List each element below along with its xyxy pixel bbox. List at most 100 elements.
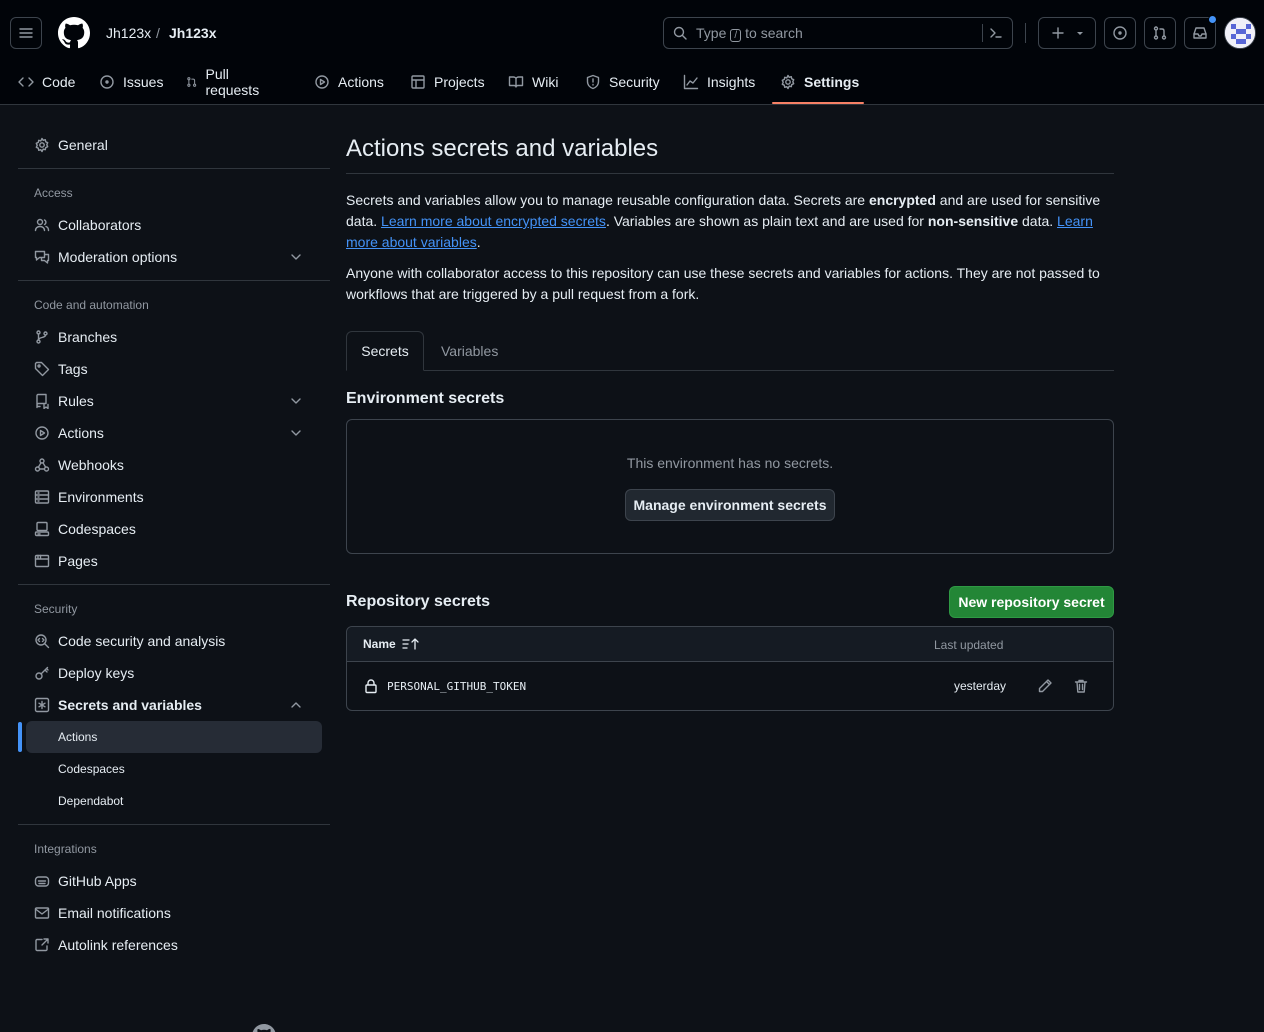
sidebar-item-label: GitHub Apps (58, 873, 137, 889)
tab-pull-requests[interactable]: Pull requests (186, 64, 264, 100)
book-icon (508, 76, 524, 88)
sidebar-item-label: Webhooks (58, 457, 124, 473)
repo-link[interactable]: Jh123x (169, 24, 216, 42)
active-tab-indicator (772, 102, 864, 104)
sidebar-item-label: Branches (58, 329, 118, 345)
tab-security-label: Security (609, 74, 660, 90)
webhook-icon (34, 458, 50, 472)
sidebar-subitem-codespaces[interactable]: Codespaces (26, 753, 322, 785)
environment-secrets-box (346, 419, 1114, 554)
tab-issues[interactable]: Issues (99, 64, 163, 100)
manage-environment-secrets-button[interactable]: Manage environment secrets (625, 489, 835, 521)
sidebar-item-label: Moderation options (58, 249, 178, 265)
tab-code[interactable]: Code (18, 64, 75, 100)
command-palette-button[interactable] (988, 25, 1004, 41)
codescan-icon (35, 634, 50, 649)
github-mark-icon (58, 17, 90, 49)
sidebar-subitem-dependabot[interactable]: Dependabot (26, 785, 322, 817)
sidebar-item-tags[interactable]: Tags (26, 353, 322, 385)
codespaces-icon (34, 521, 50, 537)
footer-github-logo[interactable] (252, 1024, 276, 1032)
key-asterisk-icon (34, 697, 50, 713)
search-shortcut-key: / (730, 28, 742, 42)
sidebar-heading-access: Access (34, 186, 73, 200)
repository-secrets-heading: Repository secrets (346, 593, 491, 610)
sidebar-item-label: Codespaces (58, 521, 136, 537)
intro-paragraph: Secrets and variables allow you to manag… (346, 190, 1114, 253)
owner-link[interactable]: Jh123x (106, 24, 151, 42)
identicon-icon (1225, 18, 1255, 48)
tab-wiki[interactable]: Wiki (508, 64, 558, 100)
sidebar-item-label: Tags (58, 361, 88, 377)
sidebar-item-codespaces[interactable]: Codespaces (26, 513, 322, 545)
pencil-icon (1038, 679, 1052, 693)
environment-empty-message: This environment has no secrets. (626, 455, 834, 471)
tab-security[interactable]: Security (585, 64, 660, 100)
menu-button[interactable] (10, 17, 42, 49)
sidebar-item-pages[interactable]: Pages (26, 545, 322, 577)
tab-settings-label: Settings (804, 74, 860, 90)
comment-discussion-icon (34, 250, 50, 264)
column-header-name[interactable]: Name (363, 637, 420, 651)
edit-secret-button[interactable] (1033, 674, 1057, 698)
tab-actions[interactable]: Actions (314, 64, 384, 100)
table-icon (411, 75, 425, 89)
secret-name: PERSONAL_GITHUB_TOKEN (387, 680, 527, 693)
tab-settings[interactable]: Settings (780, 64, 859, 100)
lock-icon (365, 679, 377, 694)
sidebar-item-autolink-references[interactable]: Autolink references (26, 929, 322, 961)
new-repository-secret-button[interactable]: New repository secret (949, 586, 1114, 618)
tab-pull-requests-label: Pull requests (205, 66, 260, 98)
pull-request-icon (187, 77, 197, 87)
notification-dot (1208, 15, 1217, 24)
code-icon (18, 77, 34, 87)
shield-icon (586, 74, 600, 90)
sidebar-item-rules[interactable]: Rules (26, 385, 322, 417)
sidebar-item-secrets-and-variables[interactable]: Secrets and variables (26, 689, 322, 721)
issues-button[interactable] (1104, 17, 1136, 49)
play-icon (315, 75, 329, 89)
sidebar-item-label: Email notifications (58, 905, 171, 921)
sidebar-item-moderation[interactable]: Moderation options (26, 241, 322, 273)
learn-more-secrets-link[interactable]: Learn more about encrypted secrets (381, 213, 606, 229)
github-mark-icon (252, 1024, 276, 1032)
tab-variables[interactable]: Variables (441, 343, 498, 359)
tab-projects[interactable]: Projects (410, 64, 485, 100)
search-icon (673, 26, 687, 40)
terminal-icon (990, 28, 1002, 38)
sidebar-item-collaborators[interactable]: Collaborators (26, 209, 322, 241)
sidebar-subitem-actions[interactable]: Actions (26, 721, 322, 753)
intro-text: data. (1018, 213, 1058, 229)
create-new-button[interactable] (1038, 17, 1096, 49)
hamburger-icon (19, 28, 33, 38)
sidebar-item-actions[interactable]: Actions (26, 417, 322, 449)
chevron-down-icon (291, 398, 301, 404)
sidebar-item-email-notifications[interactable]: Email notifications (26, 897, 322, 929)
sidebar-item-label: Autolink references (58, 937, 178, 953)
tab-insights[interactable]: Insights (683, 64, 755, 100)
search-input[interactable]: Type / to search (663, 17, 1013, 49)
server-icon (34, 490, 50, 504)
environment-secrets-heading: Environment secrets (346, 390, 505, 407)
sidebar-item-general[interactable]: General (26, 129, 322, 161)
github-logo[interactable] (58, 17, 90, 49)
sidebar-item-github-apps[interactable]: GitHub Apps (26, 865, 322, 897)
intro-bold-encrypted: encrypted (868, 192, 936, 208)
pull-requests-button[interactable] (1144, 17, 1176, 49)
key-icon (35, 666, 49, 680)
sidebar-item-code-security[interactable]: Code security and analysis (26, 625, 322, 657)
sidebar-item-webhooks[interactable]: Webhooks (26, 449, 322, 481)
issue-opened-icon (1113, 26, 1127, 40)
plus-icon (1051, 27, 1064, 39)
sidebar-item-label: Deploy keys (58, 665, 135, 681)
chevron-down-icon (291, 254, 301, 260)
git-branch-icon (36, 330, 48, 344)
sidebar-item-environments[interactable]: Environments (26, 481, 322, 513)
delete-secret-button[interactable] (1069, 674, 1093, 698)
sidebar-item-label: General (58, 137, 108, 153)
tab-secrets[interactable]: Secrets (346, 331, 424, 371)
sidebar-item-branches[interactable]: Branches (26, 321, 322, 353)
gear-icon (781, 74, 795, 90)
sidebar-item-deploy-keys[interactable]: Deploy keys (26, 657, 322, 689)
avatar[interactable] (1224, 17, 1256, 49)
